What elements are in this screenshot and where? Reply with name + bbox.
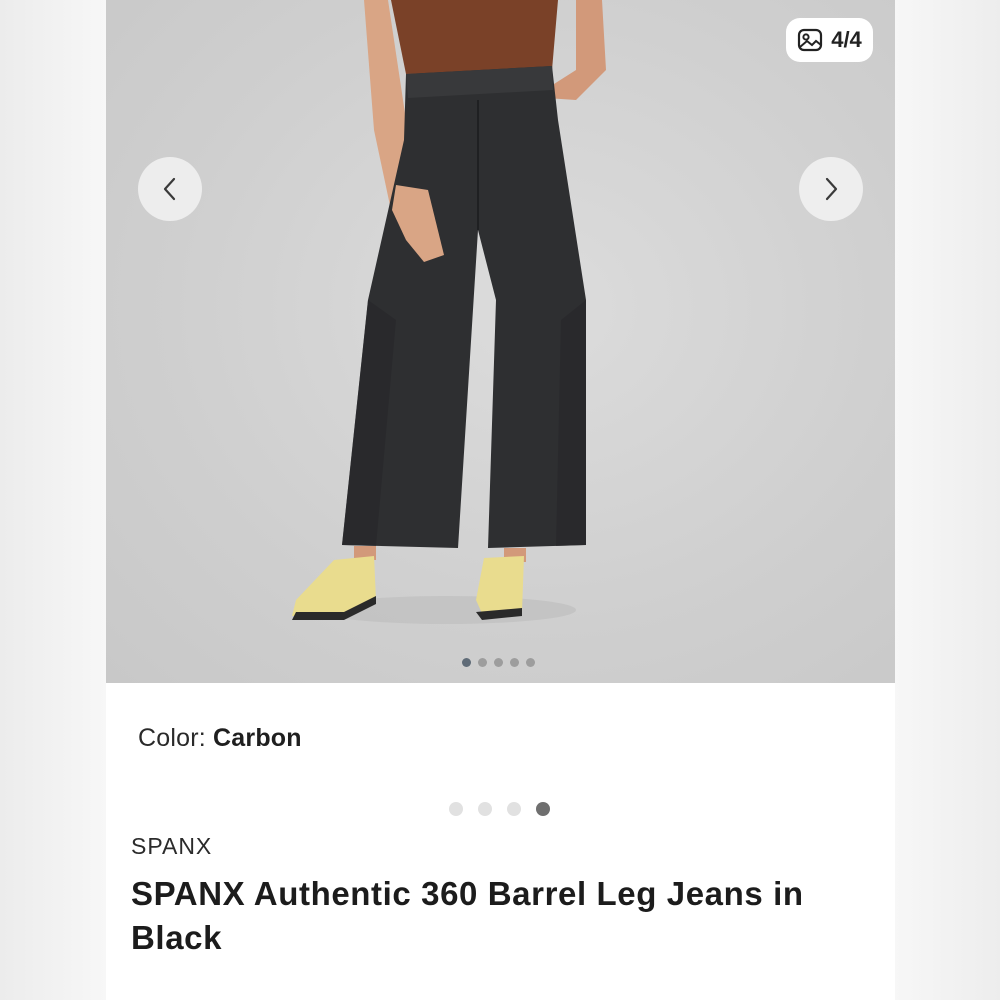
chevron-right-icon (825, 177, 838, 201)
product-image-carousel[interactable]: 4/4 (106, 0, 895, 683)
page-dot[interactable] (536, 802, 550, 816)
hero-dot[interactable] (462, 658, 471, 667)
right-margin (895, 0, 1000, 1000)
chevron-left-icon (163, 177, 176, 201)
brand-name[interactable]: SPANX (131, 833, 212, 860)
next-image-button[interactable] (799, 157, 863, 221)
hero-slide-indicators (462, 658, 535, 667)
image-counter-badge[interactable]: 4/4 (786, 18, 873, 62)
product-photo (292, 0, 606, 624)
page-dot[interactable] (507, 802, 521, 816)
left-margin (0, 0, 106, 1000)
hero-dot[interactable] (526, 658, 535, 667)
hero-dot[interactable] (494, 658, 503, 667)
page-dot[interactable] (478, 802, 492, 816)
image-counter-text: 4/4 (831, 27, 862, 52)
color-selection: Color: Carbon (138, 724, 302, 753)
listing-page-indicators (449, 802, 550, 816)
hero-dot[interactable] (510, 658, 519, 667)
product-title: SPANX Authentic 360 Barrel Leg Jeans in … (131, 875, 804, 956)
hero-dot[interactable] (478, 658, 487, 667)
color-label: Color: (138, 724, 214, 752)
previous-image-button[interactable] (138, 157, 202, 221)
page-dot[interactable] (449, 802, 463, 816)
color-value: Carbon (213, 724, 302, 752)
product-panel: 4/4 Color: Carbon SPANX SPANX Authentic … (106, 0, 895, 1000)
image-gallery-icon (798, 28, 823, 52)
